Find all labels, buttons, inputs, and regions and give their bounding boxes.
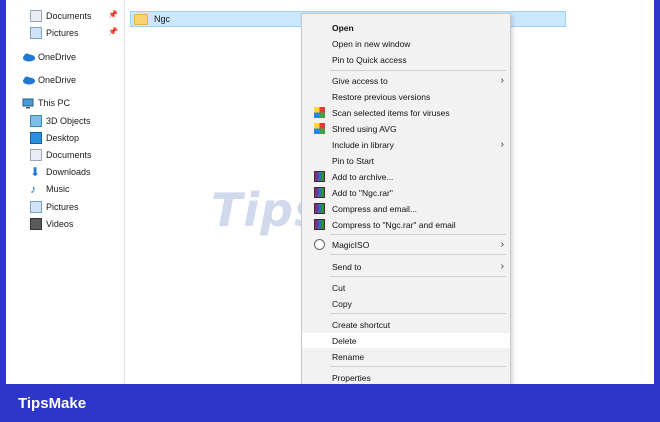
nav-item-onedrive-2[interactable]: OneDrive bbox=[22, 71, 76, 88]
nav-item-label: Music bbox=[46, 183, 70, 194]
nav-item-label: OneDrive bbox=[38, 51, 77, 62]
menu-item-restore-versions[interactable]: Restore previous versions bbox=[302, 89, 510, 104]
videos-icon bbox=[30, 217, 42, 230]
documents-icon bbox=[30, 148, 42, 161]
menu-item-properties[interactable]: Properties bbox=[302, 370, 510, 384]
nav-item-label: Desktop bbox=[46, 132, 80, 143]
nav-item-3d-objects[interactable]: 3D Objects bbox=[30, 112, 91, 129]
context-menu: Open Open in new window Pin to Quick acc… bbox=[301, 13, 511, 384]
menu-item-cut[interactable]: Cut bbox=[302, 280, 510, 295]
pictures-icon bbox=[30, 26, 42, 39]
explorer-window: Documents 📌 Pictures 📌 OneDrive OneDrive… bbox=[6, 0, 654, 384]
menu-item-pin-quick-access[interactable]: Pin to Quick access bbox=[302, 52, 510, 67]
menu-item-copy[interactable]: Copy bbox=[302, 296, 510, 311]
pin-icon[interactable]: 📌 bbox=[108, 27, 118, 36]
menu-item-add-ngc-rar[interactable]: Add to "Ngc.rar" bbox=[302, 185, 510, 200]
chevron-right-icon: › bbox=[500, 139, 504, 150]
menu-separator bbox=[330, 254, 506, 255]
menu-item-open[interactable]: Open bbox=[302, 20, 510, 35]
chevron-right-icon: › bbox=[500, 75, 504, 86]
magiciso-icon bbox=[314, 239, 325, 250]
footer-banner: TipsMake bbox=[0, 384, 660, 422]
pictures-icon bbox=[30, 200, 42, 213]
nav-item-label: Documents bbox=[46, 10, 92, 21]
menu-item-magiciso[interactable]: MagicISO › bbox=[302, 237, 510, 252]
avg-scan-icon bbox=[314, 107, 325, 118]
nav-item-documents-pc[interactable]: Documents bbox=[30, 146, 92, 163]
nav-item-label: Downloads bbox=[46, 166, 91, 177]
nav-item-music[interactable]: ♪ Music bbox=[30, 180, 70, 197]
nav-item-downloads[interactable]: ⬇ Downloads bbox=[30, 163, 91, 180]
nav-item-label: This PC bbox=[38, 97, 71, 108]
nav-item-pictures-pc[interactable]: Pictures bbox=[30, 198, 79, 215]
winrar-icon bbox=[314, 187, 325, 198]
menu-item-create-shortcut[interactable]: Create shortcut bbox=[302, 317, 510, 332]
downloads-icon: ⬇ bbox=[30, 164, 41, 179]
winrar-icon bbox=[314, 219, 325, 230]
cloud-icon bbox=[22, 51, 35, 63]
3d-objects-icon bbox=[30, 114, 42, 127]
nav-item-this-pc[interactable]: This PC bbox=[22, 94, 70, 111]
menu-separator bbox=[330, 234, 506, 235]
folder-icon bbox=[134, 13, 148, 25]
nav-item-onedrive[interactable]: OneDrive bbox=[22, 48, 76, 65]
winrar-icon bbox=[314, 203, 325, 214]
nav-item-pictures[interactable]: Pictures bbox=[30, 24, 79, 41]
menu-separator bbox=[330, 313, 506, 314]
menu-item-give-access[interactable]: Give access to › bbox=[302, 73, 510, 88]
menu-item-shred-avg[interactable]: Shred using AVG bbox=[302, 121, 510, 136]
menu-item-send-to[interactable]: Send to › bbox=[302, 259, 510, 274]
avg-shred-icon bbox=[314, 123, 325, 134]
chevron-right-icon: › bbox=[500, 261, 504, 272]
menu-separator bbox=[330, 366, 506, 367]
chevron-right-icon: › bbox=[500, 239, 504, 250]
winrar-icon bbox=[314, 171, 325, 182]
menu-separator bbox=[330, 70, 506, 71]
nav-item-label: Videos bbox=[46, 218, 74, 229]
documents-icon bbox=[30, 9, 42, 22]
menu-separator bbox=[330, 276, 506, 277]
nav-item-desktop[interactable]: Desktop bbox=[30, 129, 79, 146]
nav-item-videos[interactable]: Videos bbox=[30, 215, 73, 232]
nav-item-label: Pictures bbox=[46, 201, 79, 212]
cloud-icon bbox=[22, 74, 35, 86]
menu-item-compress-ngc-email[interactable]: Compress to "Ngc.rar" and email bbox=[302, 217, 510, 232]
menu-item-delete[interactable]: Delete bbox=[302, 333, 510, 348]
menu-item-include-library[interactable]: Include in library › bbox=[302, 137, 510, 152]
menu-item-rename[interactable]: Rename bbox=[302, 349, 510, 364]
desktop-icon bbox=[30, 131, 42, 144]
brand-label: TipsMake bbox=[18, 394, 87, 412]
nav-item-label: 3D Objects bbox=[46, 115, 91, 126]
menu-item-add-archive[interactable]: Add to archive... bbox=[302, 169, 510, 184]
menu-item-scan-viruses[interactable]: Scan selected items for viruses bbox=[302, 105, 510, 120]
nav-item-label: Documents bbox=[46, 149, 92, 160]
nav-item-documents[interactable]: Documents bbox=[30, 7, 92, 24]
menu-item-pin-start[interactable]: Pin to Start bbox=[302, 153, 510, 168]
nav-item-label: OneDrive bbox=[38, 74, 77, 85]
nav-item-label: Pictures bbox=[46, 27, 79, 38]
pc-icon bbox=[22, 97, 34, 109]
pin-icon[interactable]: 📌 bbox=[108, 10, 118, 19]
music-icon: ♪ bbox=[30, 181, 36, 196]
menu-item-compress-email[interactable]: Compress and email... bbox=[302, 201, 510, 216]
file-name: Ngc bbox=[154, 14, 171, 24]
navigation-pane: Documents 📌 Pictures 📌 OneDrive OneDrive… bbox=[6, 0, 125, 384]
menu-item-open-new-window[interactable]: Open in new window bbox=[302, 36, 510, 51]
